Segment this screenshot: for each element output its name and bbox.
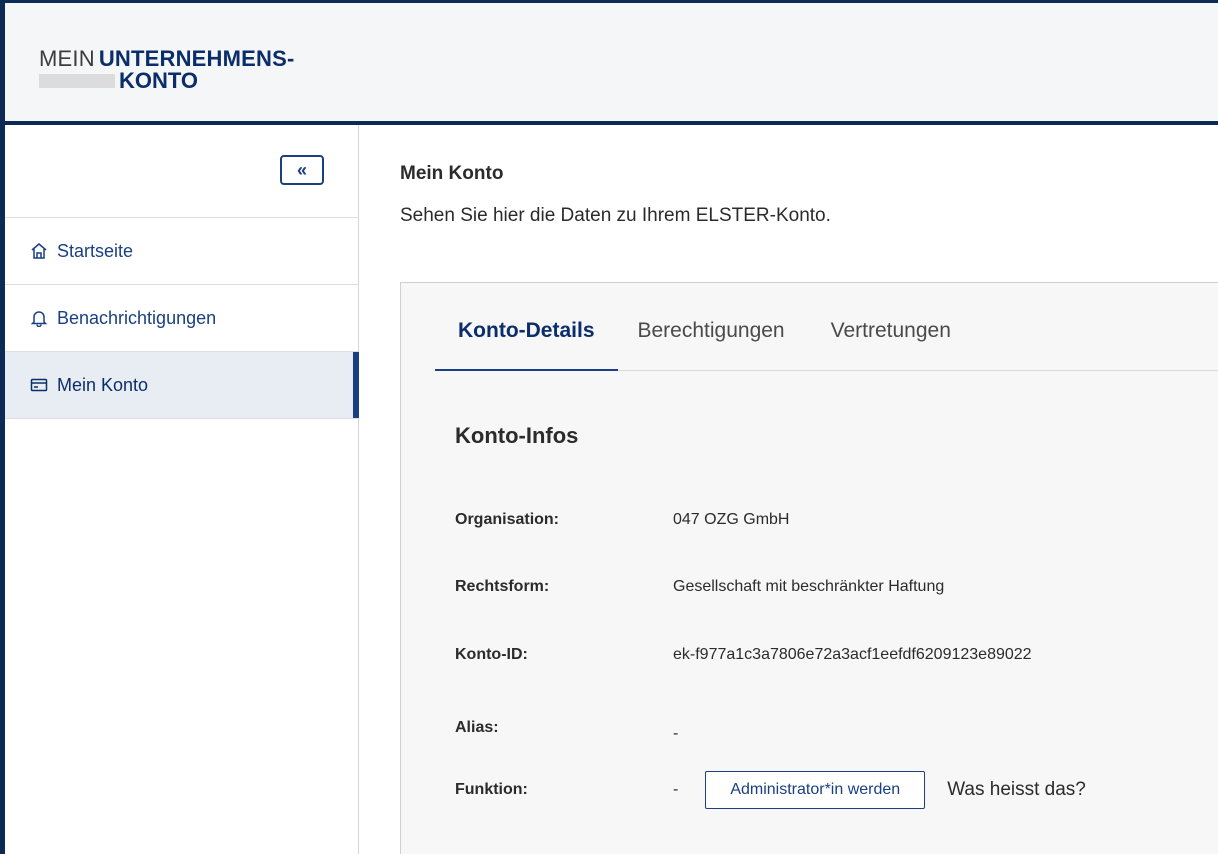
collapse-sidebar-button[interactable]: « bbox=[280, 155, 324, 185]
main-content: Mein Konto Sehen Sie hier die Daten zu I… bbox=[360, 125, 1218, 854]
bell-icon bbox=[29, 308, 49, 328]
section-title: Konto-Infos bbox=[455, 423, 579, 448]
field-row-funktion: Funktion: - Administrator*in werden Was … bbox=[455, 771, 1086, 809]
sidebar-item-label: Startseite bbox=[57, 240, 134, 261]
field-value: Gesellschaft mit beschränkter Haftung bbox=[673, 578, 945, 595]
field-value: ek-f977a1c3a7806e72a3acf1eefdf6209123e89… bbox=[673, 646, 1032, 663]
double-chevron-left-icon: « bbox=[296, 159, 307, 180]
field-row-organisation: Organisation: 047 OZG GmbH bbox=[455, 511, 789, 529]
tab-vertretungen[interactable]: Vertretungen bbox=[831, 311, 951, 370]
logo-line-1: MEIN UNTERNEHMENS- bbox=[39, 48, 295, 70]
page-subtitle: Sehen Sie hier die Daten zu Ihrem ELSTER… bbox=[400, 205, 831, 226]
field-row-alias: Alias: - bbox=[455, 713, 678, 743]
field-row-rechtsform: Rechtsform: Gesellschaft mit beschränkte… bbox=[455, 578, 944, 596]
help-link[interactable]: Was heisst das? bbox=[947, 779, 1086, 801]
field-value: - bbox=[673, 781, 679, 798]
field-value: 047 OZG GmbH bbox=[673, 511, 790, 528]
tab-bar: Konto-Details Berechtigungen Vertretunge… bbox=[435, 311, 1218, 371]
home-icon bbox=[29, 241, 49, 261]
sidebar: « Startseite Benachrichtigungen Mein Kon… bbox=[5, 125, 359, 854]
top-header: MEIN UNTERNEHMENS- KONTO bbox=[5, 3, 1218, 125]
sidebar-item-label: Mein Konto bbox=[57, 374, 149, 395]
logo-line-2: KONTO bbox=[39, 70, 295, 92]
sidebar-collapse-row: « bbox=[5, 125, 358, 218]
sidebar-item-mein-konto[interactable]: Mein Konto bbox=[5, 352, 359, 419]
become-admin-button[interactable]: Administrator*in werden bbox=[705, 771, 926, 809]
field-row-konto-id: Konto-ID: ek-f977a1c3a7806e72a3acf1eefdf… bbox=[455, 646, 1032, 664]
field-label: Alias: bbox=[455, 719, 499, 736]
sidebar-item-startseite[interactable]: Startseite bbox=[5, 218, 358, 285]
field-label: Konto-ID: bbox=[455, 646, 528, 663]
logo[interactable]: MEIN UNTERNEHMENS- KONTO bbox=[39, 48, 295, 92]
page-title: Mein Konto bbox=[400, 163, 504, 184]
tab-berechtigungen[interactable]: Berechtigungen bbox=[638, 311, 785, 370]
logo-placeholder-bar bbox=[39, 74, 115, 88]
tab-konto-details[interactable]: Konto-Details bbox=[435, 311, 618, 371]
account-card: Konto-Details Berechtigungen Vertretunge… bbox=[400, 282, 1218, 854]
field-label: Funktion: bbox=[455, 781, 528, 798]
logo-konto-text: KONTO bbox=[119, 68, 199, 93]
app-frame: MEIN UNTERNEHMENS- KONTO « Startseite Ben bbox=[0, 0, 1218, 854]
logo-mein-text: MEIN bbox=[39, 46, 95, 71]
field-value: - bbox=[673, 725, 679, 742]
card-icon bbox=[29, 375, 49, 395]
field-label: Rechtsform: bbox=[455, 578, 550, 595]
field-label: Organisation: bbox=[455, 511, 560, 528]
sidebar-item-label: Benachrichtigungen bbox=[57, 307, 217, 328]
sidebar-item-benachrichtigungen[interactable]: Benachrichtigungen bbox=[5, 285, 358, 352]
